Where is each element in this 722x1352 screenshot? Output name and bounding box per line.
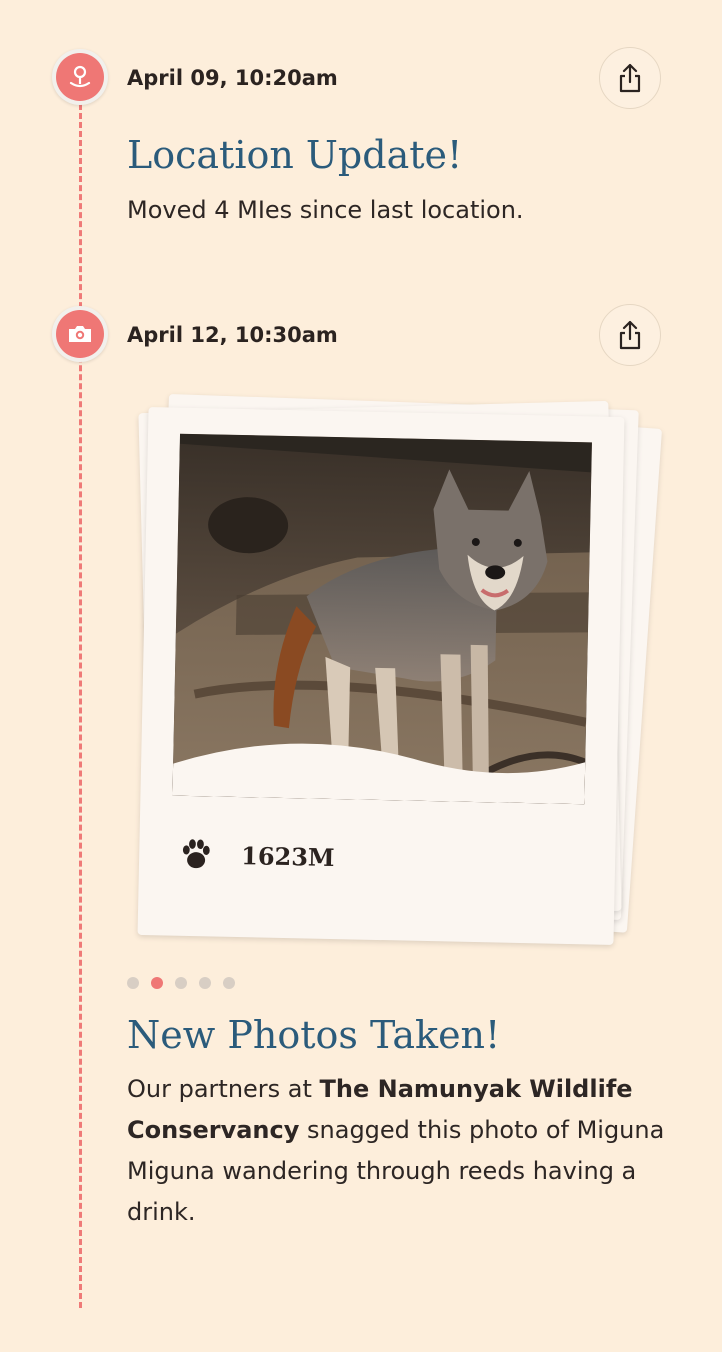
entry-description: Moved 4 MIes since last location.: [127, 196, 524, 224]
timeline-node-photo: [52, 306, 108, 362]
carousel-indicator: [127, 977, 235, 989]
description-text: Our partners at: [127, 1075, 320, 1103]
entry-date: April 09, 10:20am: [127, 66, 338, 90]
photo-stack[interactable]: 1623M: [125, 382, 663, 967]
wolf-photo: [172, 433, 592, 805]
carousel-dot[interactable]: [127, 977, 139, 989]
map-pin-icon: [69, 65, 91, 88]
carousel-dot[interactable]: [175, 977, 187, 989]
share-button[interactable]: [599, 47, 661, 109]
entry-title: Location Update!: [127, 133, 463, 177]
photo-caption: 1623M: [179, 836, 335, 875]
carousel-dot[interactable]: [199, 977, 211, 989]
entry-date: April 12, 10:30am: [127, 323, 338, 347]
entry-description: Our partners at The Namunyak Wildlife Co…: [127, 1069, 667, 1233]
carousel-dot[interactable]: [223, 977, 235, 989]
carousel-dot-active[interactable]: [151, 977, 163, 989]
photo-caption-text: 1623M: [240, 840, 335, 872]
paw-print-icon: [182, 839, 210, 869]
photo-card[interactable]: 1623M: [137, 407, 625, 945]
camera-icon: [69, 326, 91, 342]
entry-title: New Photos Taken!: [127, 1013, 501, 1057]
timeline-line: [79, 104, 82, 1308]
timeline-node-location: [52, 49, 108, 105]
share-icon: [619, 63, 641, 93]
share-icon: [619, 320, 641, 350]
share-button[interactable]: [599, 304, 661, 366]
